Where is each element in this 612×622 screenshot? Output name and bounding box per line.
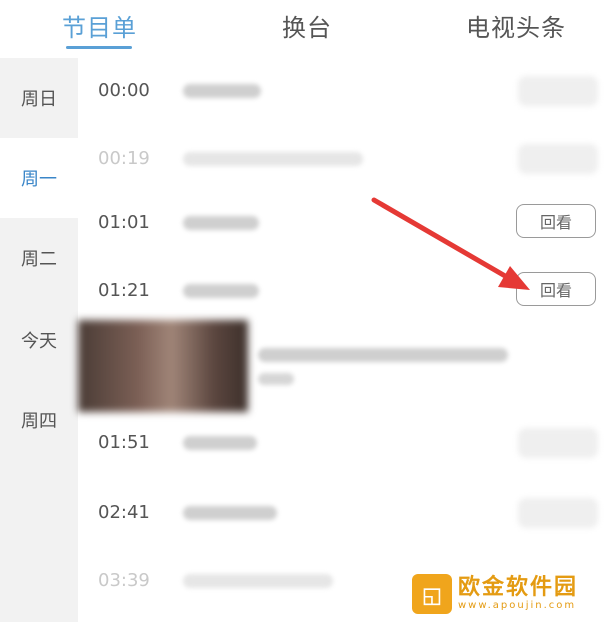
replay-button[interactable]: 回看 [516,204,596,238]
active-tab-indicator [66,46,132,49]
program-time: 00:00 [98,80,150,101]
program-title-blurred [183,574,333,588]
program-time: 01:01 [98,212,150,233]
program-row[interactable]: 01:51 [78,412,612,472]
replay-button[interactable]: 回看 [516,272,596,306]
featured-thumbnail[interactable] [78,320,248,412]
program-action-blurred [518,498,598,528]
program-title-blurred [183,152,363,166]
featured-title-blurred [258,348,508,362]
program-row[interactable]: 00:19 [78,128,612,188]
watermark: ◱ 欧金软件园 www.apoujin.com [412,572,608,616]
day-item-thursday[interactable]: 周四 [0,380,78,460]
program-title-blurred [183,216,259,230]
tab-program-list[interactable]: 节目单 [62,8,137,43]
program-time: 03:39 [98,570,150,591]
program-title-blurred [183,84,261,98]
program-action-blurred [518,144,598,174]
program-row[interactable]: 01:21 回看 [78,260,612,320]
program-time: 01:21 [98,280,150,301]
tab-switch-channel[interactable]: 换台 [282,8,332,43]
program-title-blurred [183,506,277,520]
program-time: 01:51 [98,432,150,453]
day-item-today[interactable]: 今天 [0,300,78,380]
program-title-blurred [183,436,257,450]
watermark-logo-icon: ◱ [412,574,452,614]
day-sidebar: 周日 周一 周二 今天 周四 [0,58,78,622]
watermark-url: www.apoujin.com [458,600,577,611]
featured-subtitle-blurred [258,373,294,385]
program-row[interactable]: 00:00 [78,60,612,120]
watermark-text: 欧金软件园 [458,575,579,600]
program-time: 00:19 [98,148,150,169]
program-action-blurred [518,428,598,458]
top-tab-bar: 节目单 换台 电视头条 [0,0,612,52]
tab-tv-headlines[interactable]: 电视头条 [466,8,566,43]
program-row[interactable]: 02:41 [78,482,612,542]
program-time: 02:41 [98,502,150,523]
day-item-tuesday[interactable]: 周二 [0,218,78,298]
program-title-blurred [183,284,259,298]
day-item-sunday[interactable]: 周日 [0,58,78,138]
day-item-monday[interactable]: 周一 [0,138,78,218]
program-row[interactable]: 01:01 回看 [78,192,612,252]
program-action-blurred [518,76,598,106]
